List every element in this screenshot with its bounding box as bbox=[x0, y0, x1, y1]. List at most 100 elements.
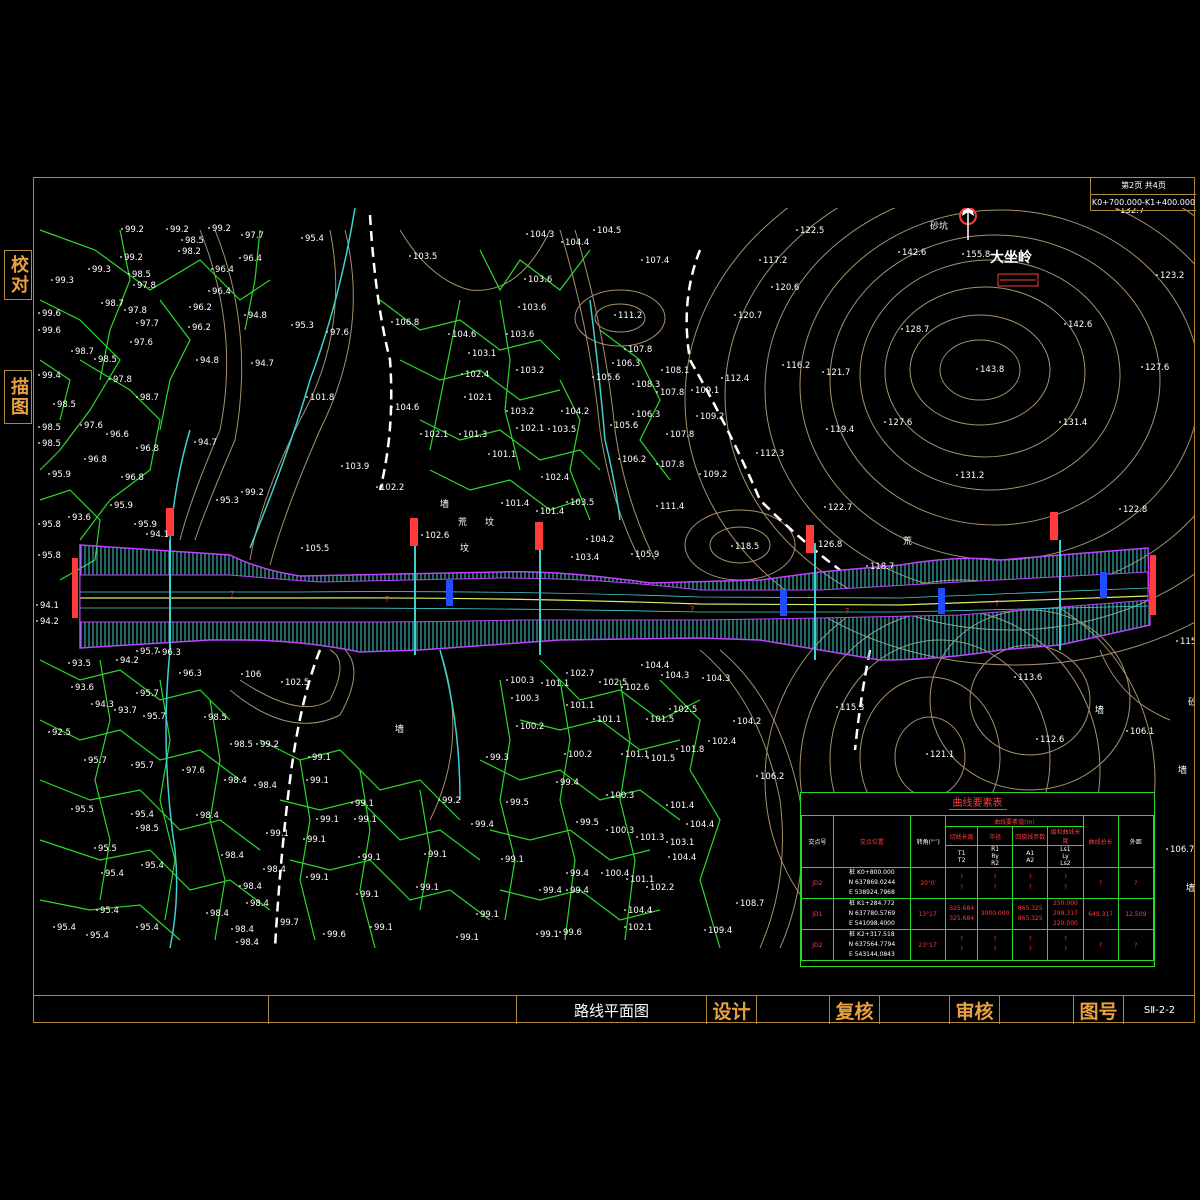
curve-table-cell: ?? bbox=[976, 867, 1014, 899]
curve-table-symbol: R2 bbox=[991, 860, 1000, 867]
curve-table-value: E 543144.0843 bbox=[849, 951, 895, 958]
curve-table-value: ? bbox=[1028, 946, 1032, 953]
curve-elements-table: 曲线要素表 交点号 交点位置 转角(°′″) 曲线要素值(m) 曲线总长 外距 切线长度 半径… bbox=[800, 792, 1155, 967]
curve-table-cell: JD1 bbox=[801, 898, 834, 930]
drawing-no-label: 图号 bbox=[1073, 996, 1123, 1024]
curve-table-value: E 538924.7968 bbox=[849, 889, 895, 896]
curve-table-value: N 637869.0244 bbox=[848, 879, 896, 886]
curve-table-cell: JD2 bbox=[801, 929, 834, 961]
curve-table-value: 865.325 bbox=[1017, 915, 1043, 922]
curve-table-header: 外距 bbox=[1117, 815, 1155, 868]
curve-table-cell: ?? bbox=[1012, 929, 1049, 961]
title-cell-blank bbox=[268, 996, 516, 1024]
sheet-page: 第2页 共4页 bbox=[1121, 181, 1166, 190]
sheet-range: K0+700.000-K1+400.000 bbox=[1091, 194, 1196, 211]
curve-table-cell: 325.684 325.684 bbox=[945, 898, 978, 930]
curve-table-cell: ? bbox=[1082, 929, 1119, 961]
curve-table-cell: ?? bbox=[945, 867, 978, 899]
curve-table-value: 325.684 bbox=[949, 905, 975, 912]
curve-table-value: ? bbox=[993, 946, 997, 953]
curve-table-value: 桩 K2+317.518 bbox=[849, 931, 895, 938]
curve-table-subheader: 半径 bbox=[976, 826, 1014, 846]
curve-table-header: 交点位置 bbox=[832, 815, 912, 868]
curve-table-cell: ?? bbox=[1047, 867, 1084, 899]
curve-table-value: ? bbox=[1063, 884, 1068, 891]
curve-table-cell: 桩 K2+317.518 N 637564.7794 E 543144.0843 bbox=[832, 929, 912, 961]
review-label: 复核 bbox=[829, 996, 879, 1024]
curve-table-header: 曲线总长 bbox=[1082, 815, 1119, 868]
curve-table-cell: 13°17′ bbox=[910, 898, 947, 930]
curve-table-subheader: 缓和曲线长度 bbox=[1047, 826, 1084, 846]
curve-table-cell: 12.509 bbox=[1117, 898, 1155, 930]
curve-table-symbol: Ry bbox=[991, 853, 999, 860]
curve-table-cell: 桩 K0+800.000 N 637869.0244 E 538924.7968 bbox=[832, 867, 912, 899]
approve-signature bbox=[999, 996, 1073, 1024]
curve-table-value: 3000.000 bbox=[980, 910, 1010, 917]
drawing-no: SⅡ-2-2 bbox=[1123, 996, 1195, 1024]
side-tab-proofread: 校对 bbox=[4, 250, 32, 300]
curve-table-symbol: T1 bbox=[957, 849, 966, 857]
curve-table-cell: 桩 K1+284.772 N 637780.5769 E 541098.4000 bbox=[832, 898, 912, 930]
curve-table-value: 桩 K1+284.772 bbox=[849, 900, 895, 907]
design-label: 设计 bbox=[706, 996, 756, 1024]
curve-table-symbols: Ls1 Ly Ls2 bbox=[1047, 845, 1084, 868]
curve-table-cell: 3000.000 bbox=[976, 898, 1014, 930]
curve-table-cell: 23°17′ bbox=[910, 929, 947, 961]
curve-table-value: ? bbox=[1063, 874, 1068, 881]
curve-table-value: ? bbox=[993, 936, 997, 943]
title-block: 路线平面图 设计 复核 审核 图号 SⅡ-2-2 bbox=[33, 995, 1195, 1024]
curve-table-symbol: Ly bbox=[1062, 853, 1069, 860]
curve-table-cell: ? bbox=[1082, 867, 1119, 899]
curve-table-row: JD2 桩 K2+317.518 N 637564.7794 E 543144.084… bbox=[801, 929, 1155, 961]
curve-table-grid: 交点号 交点位置 转角(°′″) 曲线要素值(m) 曲线总长 外距 切线长度 半径 回旋线参数缓… bbox=[801, 815, 1155, 961]
curve-table-symbol: Ls2 bbox=[1060, 860, 1071, 867]
curve-table-value: 865.325 bbox=[1017, 905, 1043, 912]
design-signature bbox=[756, 996, 829, 1024]
curve-table-symbols: R1 Ry R2 bbox=[976, 845, 1014, 868]
curve-table-symbol: A2 bbox=[1026, 856, 1035, 864]
curve-table-title: 曲线要素表 bbox=[801, 793, 1154, 815]
approve-label: 审核 bbox=[949, 996, 999, 1024]
curve-table-symbol: Ls1 bbox=[1060, 846, 1071, 853]
curve-table-value: N 637564.7794 bbox=[848, 941, 896, 948]
curve-table-row: JD2 桩 K0+800.000 N 637869.0244 E 538924.796… bbox=[801, 867, 1155, 899]
curve-table-cell: ?? bbox=[945, 929, 978, 961]
curve-table-value: ? bbox=[1028, 874, 1032, 881]
review-signature bbox=[879, 996, 949, 1024]
curve-table-value: 桩 K0+800.000 bbox=[849, 869, 895, 876]
curve-table-cell: 649.317 bbox=[1082, 898, 1119, 930]
curve-table-header: 转角(°′″) bbox=[910, 815, 947, 868]
curve-table-symbol: A1 bbox=[1026, 849, 1035, 857]
curve-table-subheader: 回旋线参数 bbox=[1012, 826, 1049, 846]
curve-table-row: JD1 桩 K1+284.772 N 637780.5769 E 541098.400… bbox=[801, 898, 1155, 930]
curve-table-value: ? bbox=[960, 936, 964, 943]
curve-table-subheader: 切线长度 bbox=[945, 826, 978, 846]
curve-table-value: E 541098.4000 bbox=[849, 920, 895, 927]
curve-table-header: 曲线要素值(m) bbox=[945, 815, 1084, 827]
side-tab-trace: 描图 bbox=[4, 370, 32, 424]
curve-table-value: ? bbox=[1063, 936, 1068, 943]
curve-table-cell: JD2 bbox=[801, 867, 834, 899]
curve-table-header: 交点号 bbox=[801, 815, 834, 868]
curve-table-cell: ?? bbox=[1012, 867, 1049, 899]
curve-table-symbols: A1 A2 bbox=[1012, 845, 1049, 868]
sheet-info: 第2页 共4页 K0+700.000-K1+400.000 bbox=[1090, 178, 1196, 211]
curve-table-value: 325.684 bbox=[949, 915, 975, 922]
curve-table-value: 250.000 bbox=[1053, 900, 1078, 907]
curve-table-value: ? bbox=[1063, 946, 1068, 953]
curve-table-value: ? bbox=[1028, 936, 1032, 943]
curve-table-cell: ? bbox=[1117, 867, 1155, 899]
curve-table-value: ? bbox=[993, 884, 997, 891]
curve-table-cell: 20°0′ bbox=[910, 867, 947, 899]
curve-table-value: ? bbox=[993, 874, 997, 881]
curve-table-cell: ? bbox=[1117, 929, 1155, 961]
curve-table-value: ? bbox=[960, 874, 964, 881]
curve-table-value: ? bbox=[960, 946, 964, 953]
curve-table-value: ? bbox=[960, 884, 964, 891]
curve-table-cell: 865.325 865.325 bbox=[1012, 898, 1049, 930]
curve-table-symbol: T2 bbox=[957, 856, 966, 864]
curve-table-value: N 637780.5769 bbox=[848, 910, 896, 917]
curve-table-value: ? bbox=[1028, 884, 1032, 891]
curve-table-cell: ?? bbox=[1047, 929, 1084, 961]
drawing-title: 路线平面图 bbox=[516, 996, 706, 1024]
